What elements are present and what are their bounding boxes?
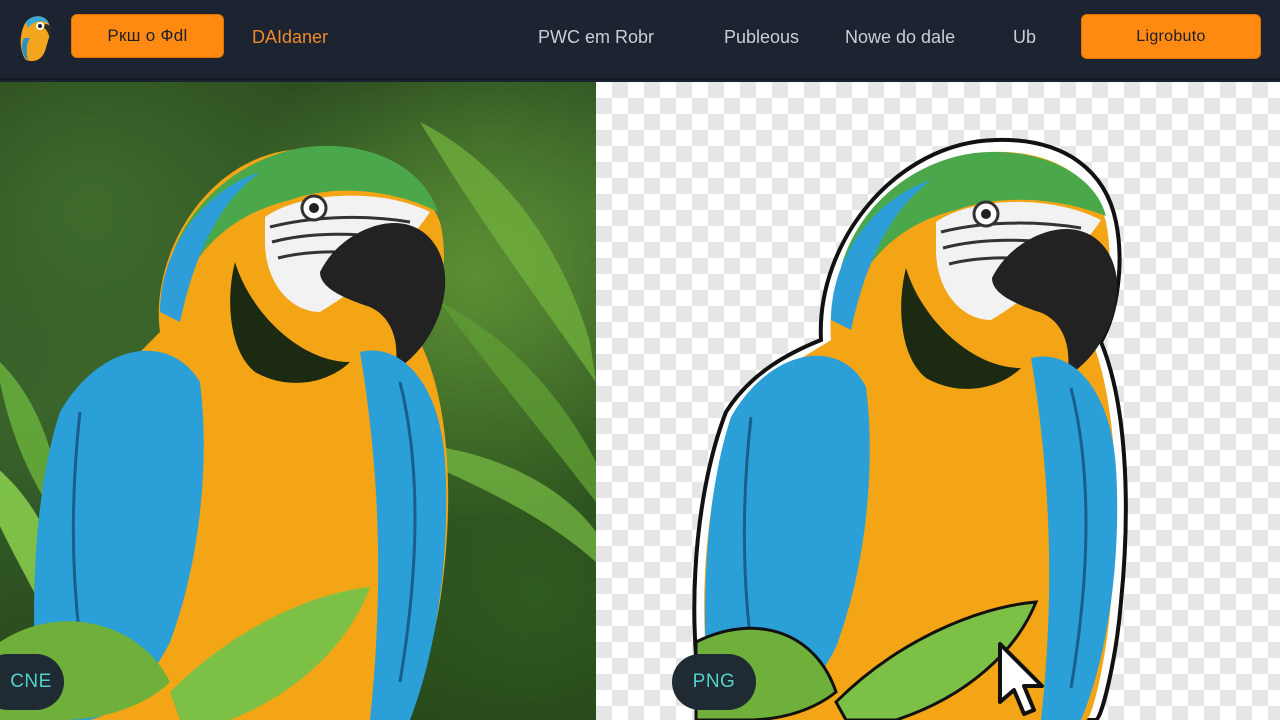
original-parrot-image bbox=[0, 122, 596, 720]
nav-link-4[interactable]: Ub bbox=[1013, 27, 1036, 48]
top-nav-bar: Ркш о Фdl DAIdaner PWC em Robr Publeous … bbox=[0, 0, 1280, 80]
parrot-logo-icon[interactable] bbox=[16, 10, 54, 66]
primary-action-button[interactable]: Ркш о Фdl bbox=[71, 14, 224, 58]
original-format-badge: CNE bbox=[0, 654, 64, 710]
nav-link-1[interactable]: PWC em Robr bbox=[538, 27, 654, 48]
brand-link[interactable]: DAIdaner bbox=[252, 27, 328, 48]
nav-link-2[interactable]: Publeous bbox=[724, 27, 799, 48]
original-image-panel: CNE bbox=[0, 82, 596, 720]
cutout-parrot-image bbox=[692, 137, 1128, 720]
mouse-pointer-icon bbox=[998, 642, 1044, 716]
result-image-panel: PNG bbox=[596, 82, 1280, 720]
result-format-badge: PNG bbox=[672, 654, 756, 710]
nav-link-3[interactable]: Nowe do dale bbox=[845, 27, 955, 48]
cta-button[interactable]: Ligrobuto bbox=[1081, 14, 1261, 59]
